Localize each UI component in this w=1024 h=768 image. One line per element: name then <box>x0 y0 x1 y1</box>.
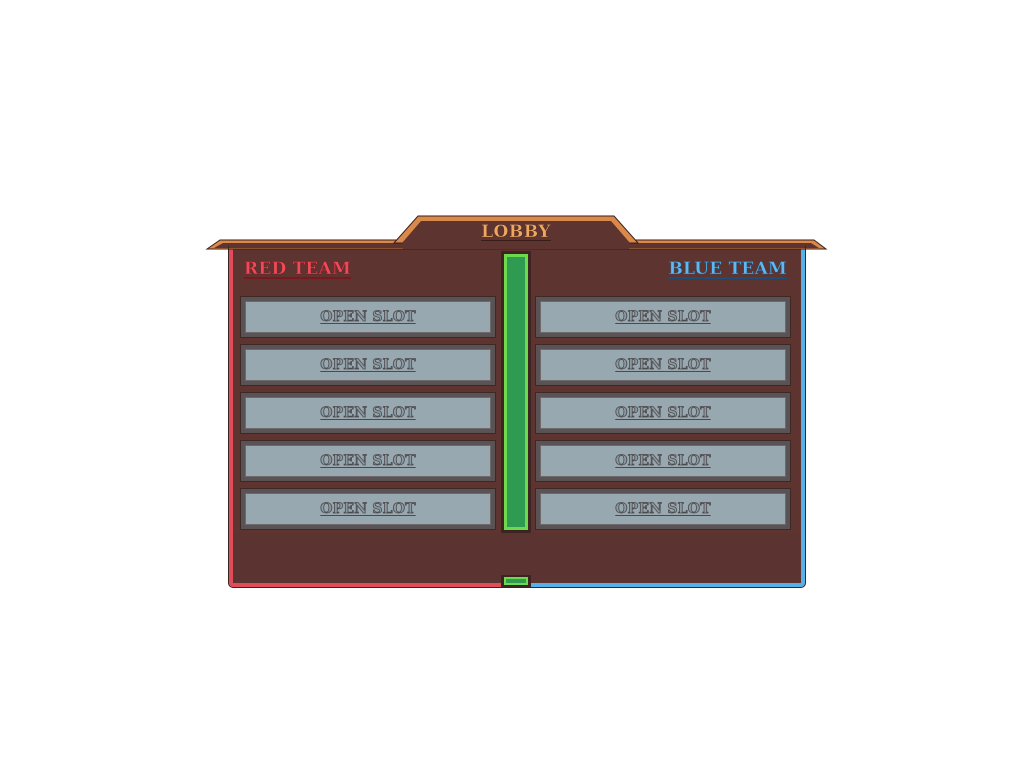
slot-label: OPEN SLOT <box>615 453 711 470</box>
slot-label: OPEN SLOT <box>615 309 711 326</box>
lobby-title: LOBBY <box>481 222 551 242</box>
red-team-title: RED TEAM <box>244 259 351 279</box>
slot-label: OPEN SLOT <box>320 501 416 518</box>
slot-label: OPEN SLOT <box>615 357 711 374</box>
team-divider-fill <box>504 254 528 530</box>
red-team-slot[interactable]: OPEN SLOT <box>241 441 495 481</box>
blue-team-slot[interactable]: OPEN SLOT <box>536 441 790 481</box>
team-divider <box>501 251 531 533</box>
slot-label: OPEN SLOT <box>615 405 711 422</box>
team-divider-foot-fill <box>504 577 528 585</box>
blue-team-slot[interactable]: OPEN SLOT <box>536 345 790 385</box>
blue-team-border <box>530 583 805 587</box>
red-team-slot[interactable]: OPEN SLOT <box>241 345 495 385</box>
blue-team-slot-list: OPEN SLOT OPEN SLOT OPEN SLOT OPEN SLOT … <box>536 297 790 537</box>
lobby-screen: LOBBY RED TEAM BLUE TEAM OPEN SLOT OPEN … <box>0 0 1024 768</box>
red-team-slot-list: OPEN SLOT OPEN SLOT OPEN SLOT OPEN SLOT … <box>241 297 495 537</box>
red-team-slot[interactable]: OPEN SLOT <box>241 297 495 337</box>
red-team-slot[interactable]: OPEN SLOT <box>241 489 495 529</box>
red-team-slot[interactable]: OPEN SLOT <box>241 393 495 433</box>
slot-label: OPEN SLOT <box>320 309 416 326</box>
blue-team-slot[interactable]: OPEN SLOT <box>536 393 790 433</box>
slot-label: OPEN SLOT <box>320 357 416 374</box>
slot-label: OPEN SLOT <box>320 405 416 422</box>
team-divider-foot <box>501 575 531 587</box>
slot-label: OPEN SLOT <box>615 501 711 518</box>
blue-team-slot[interactable]: OPEN SLOT <box>536 297 790 337</box>
blue-team-slot[interactable]: OPEN SLOT <box>536 489 790 529</box>
blue-team-title: BLUE TEAM <box>668 259 787 279</box>
slot-label: OPEN SLOT <box>320 453 416 470</box>
